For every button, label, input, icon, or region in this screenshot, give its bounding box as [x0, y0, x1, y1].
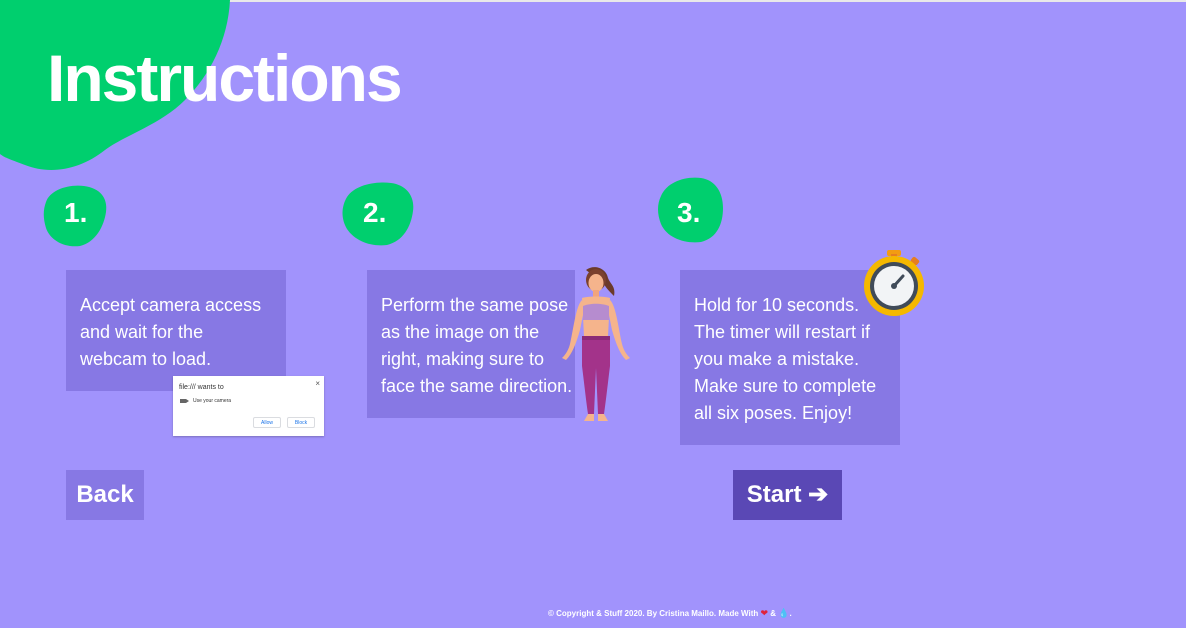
permission-dialog-title: file:/// wants to — [179, 384, 224, 391]
footer-end: . — [789, 609, 792, 618]
permission-dialog-text: Use your camera — [193, 398, 232, 404]
close-icon: × — [315, 379, 320, 388]
step-1-number: 1. — [64, 197, 88, 228]
step-3-number: 3. — [677, 197, 701, 228]
step-2-number: 2. — [363, 197, 387, 228]
step-3-text-line: The timer will restart if — [694, 322, 871, 342]
step-2-text-line: face the same direction. — [381, 376, 573, 396]
stopwatch-icon — [864, 250, 924, 316]
step-1-text-line: webcam to load. — [80, 349, 212, 369]
step-3-text-line: you make a mistake. — [694, 349, 860, 369]
page-title: Instructions — [47, 41, 403, 115]
step-3-text-line: Make sure to complete — [694, 376, 877, 396]
step-3-text-line: Hold for 10 seconds. — [694, 295, 860, 315]
step-2-text-line: as the image on the — [381, 322, 540, 342]
back-button[interactable]: Back — [66, 470, 144, 520]
footer: © Copyright & Stuff 2020. By Cristina Ma… — [548, 608, 792, 619]
step-1-card: Accept camera access and wait for the we… — [66, 270, 286, 391]
step-1-text-line: Accept camera access — [80, 295, 262, 315]
start-button[interactable]: Start ➔ — [733, 470, 842, 520]
permission-block-label: Block — [287, 417, 315, 428]
step-3-text-line: all six poses. Enjoy! — [694, 403, 853, 423]
step-2-card: Perform the same pose as the image on th… — [367, 270, 575, 418]
camera-permission-dialog-image: file:/// wants to × Use your camera Allo… — [173, 376, 324, 436]
footer-text: © Copyright & Stuff 2020. By Cristina Ma… — [548, 609, 759, 618]
woman-pose-illustration — [562, 267, 630, 421]
permission-allow-label: Allow — [253, 417, 281, 428]
step-2-text-line: Perform the same pose — [381, 295, 569, 315]
heart-icon: ❤ — [760, 608, 769, 618]
step-1-text-line: and wait for the — [80, 322, 204, 342]
water-drop-icon: 💧 — [778, 608, 790, 618]
camera-icon — [180, 399, 189, 403]
step-2-text-line: right, making sure to — [381, 349, 545, 369]
footer-ampersand: & — [768, 609, 779, 618]
